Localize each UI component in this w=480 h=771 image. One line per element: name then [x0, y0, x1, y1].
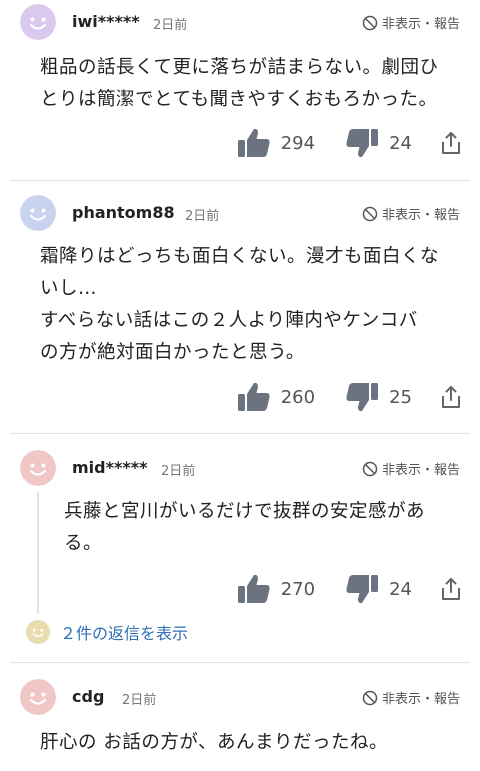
like-button[interactable]: 294 [237, 127, 315, 159]
thumbs-up-icon [237, 574, 270, 603]
like-button[interactable]: 270 [237, 573, 315, 605]
hide-report-label: 非表示・報告 [381, 208, 460, 223]
timestamp: 2日前 [185, 209, 220, 224]
comment-text: 兵藤と宮川がいるだけで抜群の安定感があ る。 [64, 501, 426, 554]
hide-report-label: 非表示・報告 [381, 692, 460, 707]
timestamp: 2日前 [122, 693, 157, 708]
avatar-small [26, 620, 50, 644]
comment: phantom88 2日前 非表示・報告 霜降りはどっちも面白くない。漫才も面白… [0, 181, 480, 431]
hide-report-button[interactable]: 非表示・報告 [362, 204, 460, 223]
hide-report-label: 非表示・報告 [381, 463, 460, 478]
comment: mid***** 2日前 非表示・報告 兵藤と宮川がいるだけで抜群の安定感があ … [0, 434, 480, 662]
block-icon [362, 461, 378, 476]
timestamp: 2日前 [161, 464, 196, 479]
dislike-button[interactable]: 24 [345, 127, 412, 159]
comment: iwi***** 2日前 非表示・報告 粗品の話長くて更に落ちが詰まらない。劇団… [0, 0, 480, 178]
dislike-count: 25 [389, 386, 412, 408]
hide-report-label: 非表示・報告 [381, 17, 460, 32]
block-icon [362, 15, 378, 30]
thumbs-down-icon [346, 129, 379, 158]
block-icon [362, 206, 378, 221]
comment-actions: 270 24 [237, 573, 462, 605]
avatar[interactable] [20, 4, 56, 40]
thumbs-down-icon [346, 383, 379, 412]
view-replies-link[interactable]: ２件の返信を表示 [26, 620, 188, 644]
like-count: 260 [280, 386, 316, 408]
avatar[interactable] [20, 195, 56, 231]
dislike-button[interactable]: 25 [345, 381, 412, 413]
share-icon [442, 386, 460, 408]
like-count: 294 [280, 132, 316, 154]
username[interactable]: mid***** [72, 458, 147, 477]
comment-actions: 260 25 [237, 381, 462, 413]
view-replies-label: ２件の返信を表示 [60, 624, 189, 643]
share-button[interactable] [440, 577, 462, 601]
like-button[interactable]: 260 [237, 381, 315, 413]
share-button[interactable] [440, 385, 462, 409]
username[interactable]: iwi***** [72, 12, 140, 31]
hide-report-button[interactable]: 非表示・報告 [362, 459, 460, 478]
thumbs-down-icon [346, 575, 379, 604]
username[interactable]: phantom88 [72, 203, 175, 222]
comment: cdg 2日前 非表示・報告 肝心の お話の方が、あんまりだったね。 [0, 663, 480, 771]
dislike-button[interactable]: 24 [345, 573, 412, 605]
username[interactable]: cdg [72, 687, 104, 706]
comment-actions: 294 24 [237, 127, 462, 159]
thread-line [37, 492, 39, 614]
comment-text: 粗品の話長くて更に落ちが詰まらない。劇団ひ とりは簡潔でとても聞きやすくおもろか… [40, 57, 439, 110]
comment-text: 霜降りはどっちも面白くない。漫才も面白くな いし… すべらない話はこの２人より陣… [40, 246, 440, 363]
comment-text: 肝心の お話の方が、あんまりだったね。 [40, 732, 389, 753]
avatar[interactable] [20, 679, 56, 715]
dislike-count: 24 [389, 578, 412, 600]
thumbs-up-icon [237, 128, 270, 157]
dislike-count: 24 [389, 132, 412, 154]
hide-report-button[interactable]: 非表示・報告 [362, 688, 460, 707]
share-button[interactable] [440, 131, 462, 155]
thumbs-up-icon [237, 382, 270, 411]
timestamp: 2日前 [153, 18, 188, 33]
share-icon [442, 132, 460, 154]
share-icon [442, 578, 460, 600]
avatar[interactable] [20, 450, 56, 486]
like-count: 270 [280, 578, 316, 600]
block-icon [362, 690, 378, 705]
hide-report-button[interactable]: 非表示・報告 [362, 13, 460, 32]
